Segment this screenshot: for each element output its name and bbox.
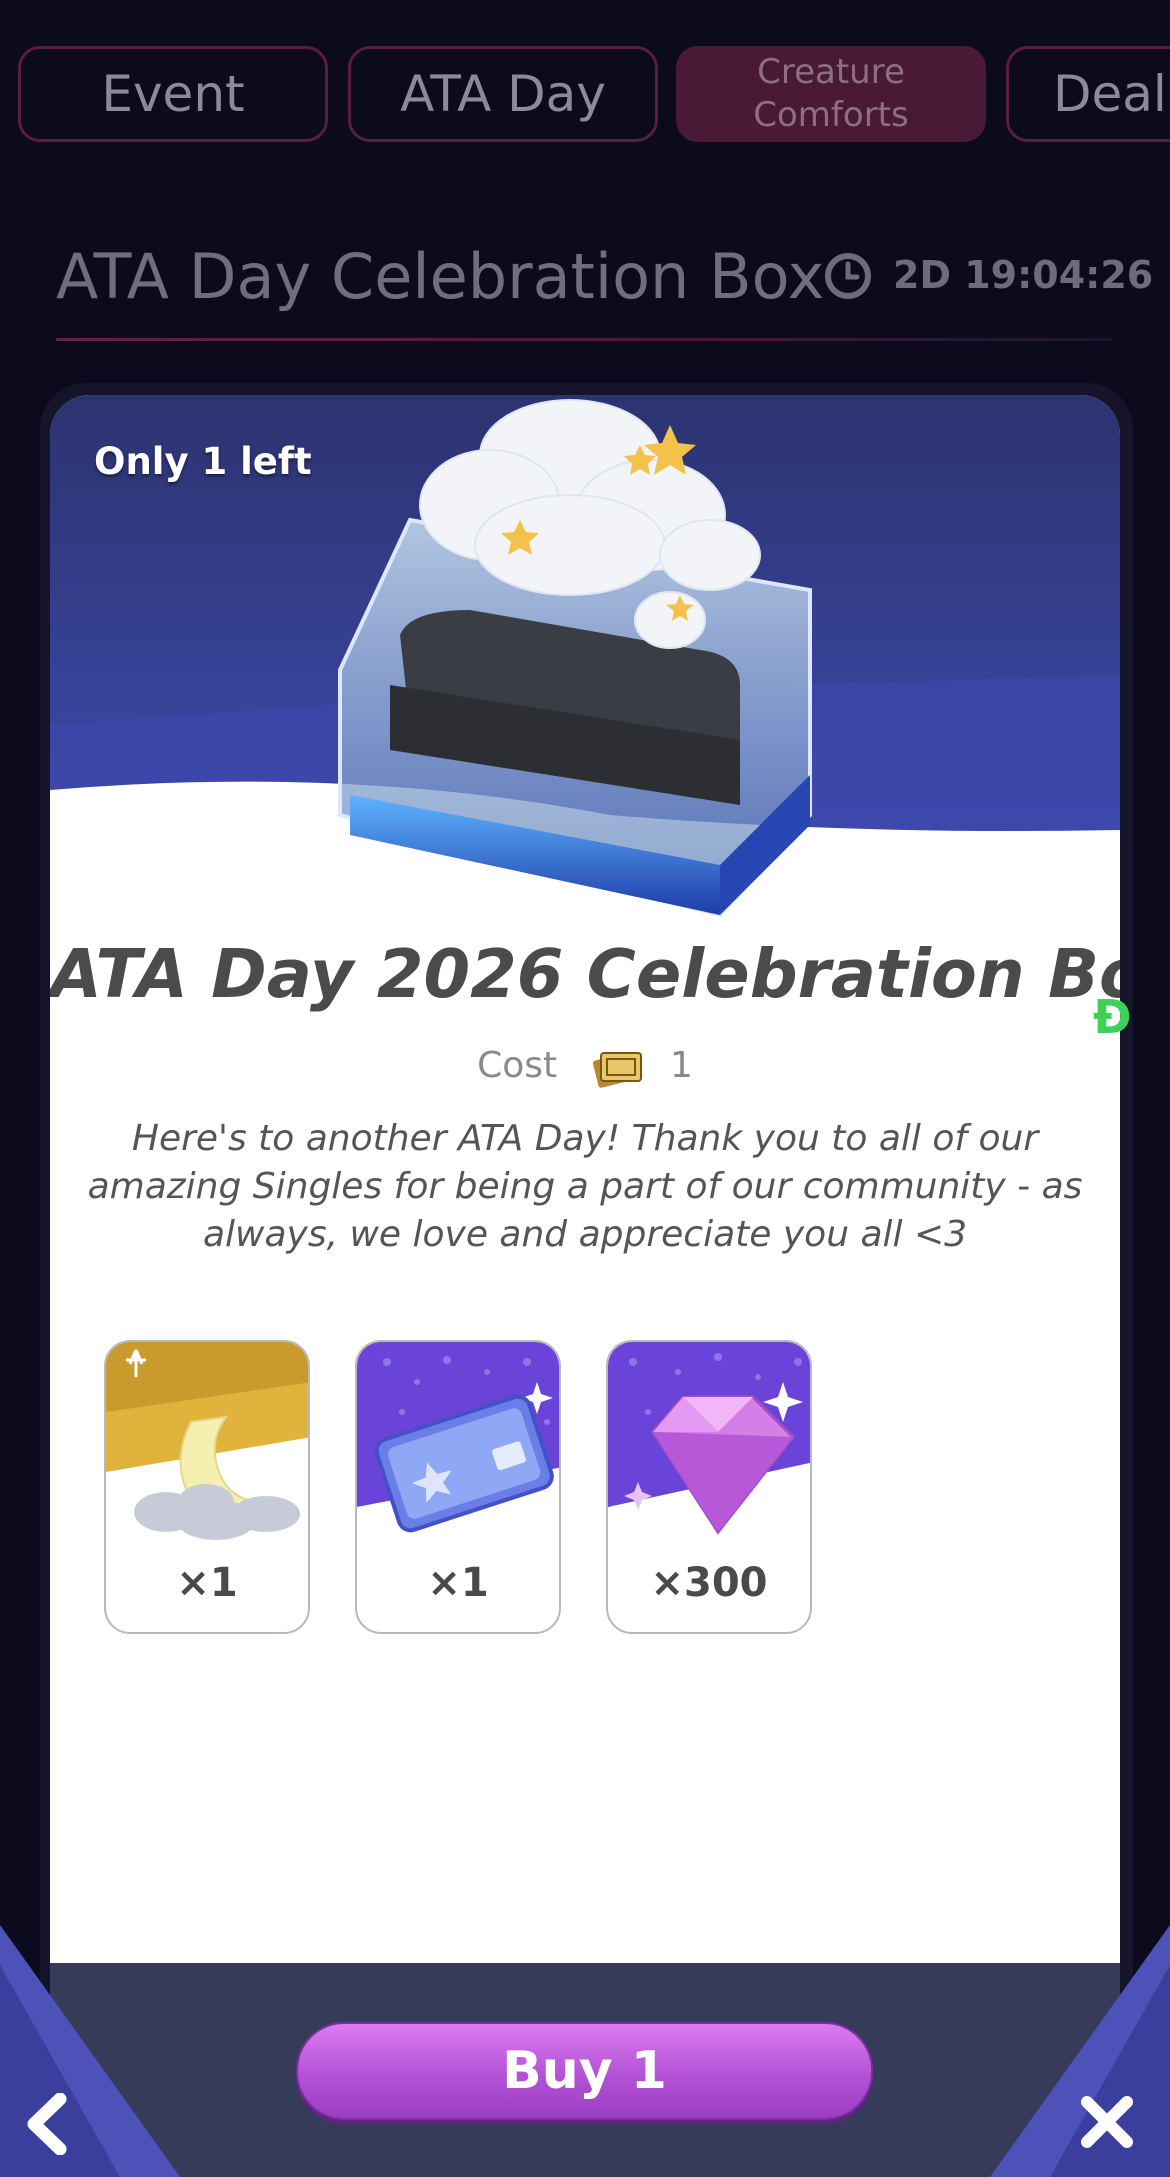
tab-deals[interactable]: Deal <box>1006 46 1170 142</box>
tab-creature-comforts[interactable]: Creature Comforts <box>676 46 986 142</box>
tab-label: Deal <box>1053 65 1167 123</box>
clock-icon <box>825 253 871 299</box>
gem-icon <box>608 1342 810 1542</box>
offer-card: Only 1 left ATA Day 2026 Celebration Box… <box>50 395 1120 1995</box>
tab-label: ATA Day <box>400 65 606 123</box>
tab-label: Event <box>101 65 245 123</box>
stock-badge: Only 1 left <box>94 440 312 483</box>
item-title: ATA Day 2026 Celebration Box <box>50 935 1120 1013</box>
corner-decoration-right <box>990 1925 1170 2177</box>
reward-item[interactable]: ×1 <box>104 1340 310 1634</box>
cost-row: Cost 1 <box>50 1045 1120 1089</box>
tab-label-line2: Comforts <box>753 95 909 135</box>
reward-quantity: ×1 <box>176 1560 238 1606</box>
category-tabs: Event ATA Day Creature Comforts Deal <box>18 46 1170 146</box>
ticket-icon <box>592 1051 642 1088</box>
tab-label-line1: Creature <box>757 52 905 92</box>
card-icon <box>357 1342 559 1542</box>
side-glyph[interactable]: Ð <box>1093 990 1132 1044</box>
reward-quantity: ×300 <box>650 1560 768 1606</box>
countdown-timer: 2D 19:04:26 <box>893 253 1154 297</box>
chevron-left-icon[interactable] <box>22 2093 74 2155</box>
reward-item[interactable]: ×1 <box>355 1340 561 1634</box>
cost-label: Cost <box>477 1045 558 1086</box>
close-icon[interactable] <box>1078 2093 1136 2151</box>
reward-item[interactable]: ×300 <box>606 1340 812 1634</box>
header-divider <box>56 338 1112 341</box>
moon-cloud-icon <box>106 1342 308 1542</box>
page-title: ATA Day Celebration Box <box>56 240 825 313</box>
reward-quantity: ×1 <box>427 1560 489 1606</box>
item-description: Here's to another ATA Day! Thank you to … <box>87 1118 1083 1255</box>
tab-event[interactable]: Event <box>18 46 328 142</box>
tab-ata-day[interactable]: ATA Day <box>348 46 658 142</box>
buy-button[interactable]: Buy 1 <box>296 2022 873 2120</box>
cost-value: 1 <box>670 1045 693 1086</box>
